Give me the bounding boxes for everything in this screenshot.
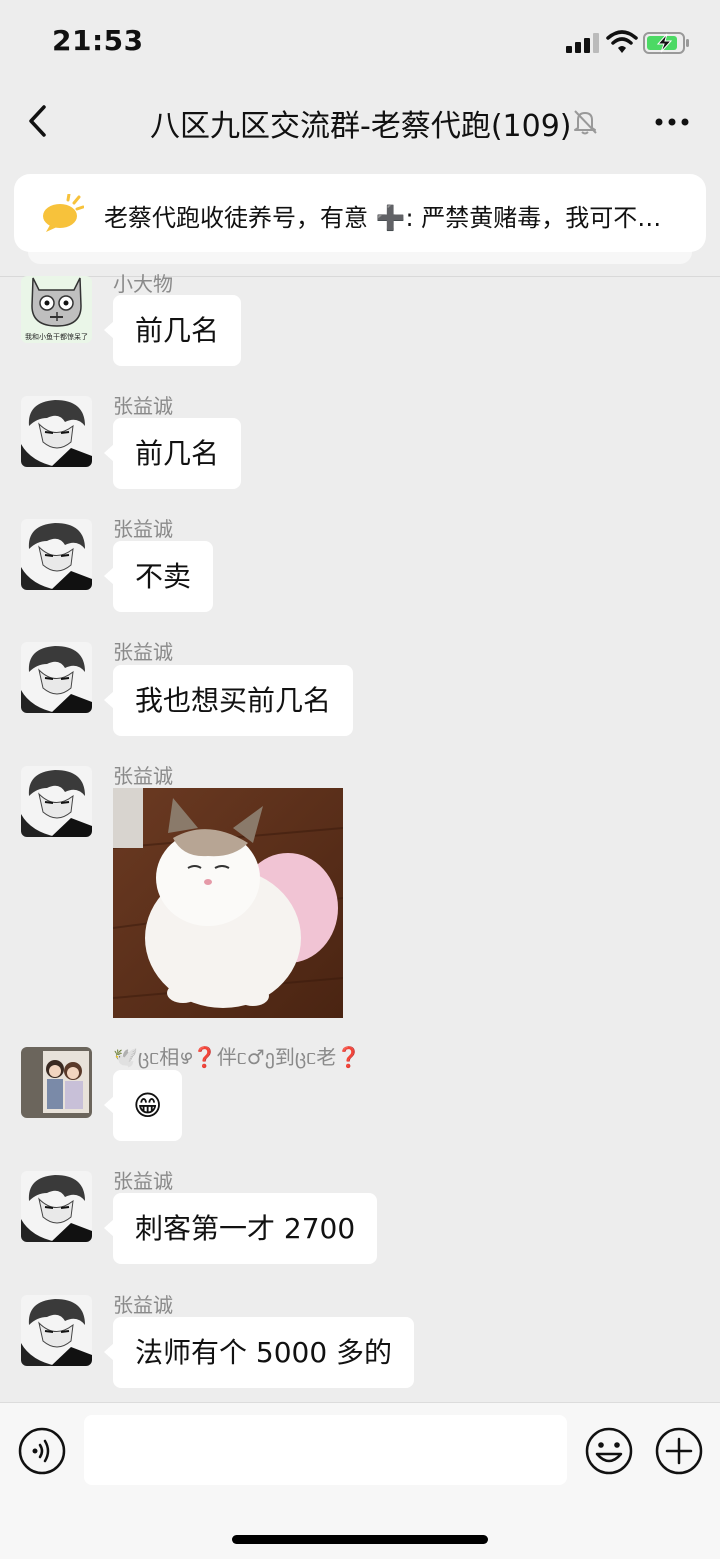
avatar-anime-boy[interactable] bbox=[21, 396, 92, 467]
anime-boy-avatar-icon bbox=[21, 766, 92, 837]
avatar-cat-sticker[interactable]: 我和小鱼干都惊呆了 bbox=[21, 276, 92, 343]
message-bubble[interactable]: 法师有个 5000 多的 bbox=[103, 1317, 415, 1388]
sender-name: 小大物 bbox=[113, 272, 173, 296]
anime-boy-avatar-icon bbox=[21, 642, 92, 713]
cellular-signal-icon bbox=[566, 33, 599, 53]
sender-name: 张益诚 bbox=[113, 1293, 173, 1317]
muted-bell-icon bbox=[574, 110, 597, 135]
message-bubble[interactable]: 我也想买前几名 bbox=[103, 665, 354, 736]
more-actions-plus-icon[interactable] bbox=[654, 1426, 704, 1476]
divider bbox=[0, 276, 720, 277]
more-options-icon[interactable] bbox=[654, 110, 690, 134]
message-bubble[interactable]: 前几名 bbox=[103, 295, 242, 366]
anime-boy-avatar-icon bbox=[21, 519, 92, 590]
home-indicator bbox=[232, 1535, 488, 1544]
status-time: 21:53 bbox=[52, 24, 144, 57]
avatar-couple-photo[interactable] bbox=[21, 1047, 92, 1118]
anime-boy-avatar-icon bbox=[21, 1295, 92, 1366]
avatar-anime-boy[interactable] bbox=[21, 1295, 92, 1366]
couple-photo-avatar-icon bbox=[21, 1047, 92, 1118]
emoji-icon[interactable] bbox=[584, 1426, 634, 1476]
avatar-anime-boy[interactable] bbox=[21, 519, 92, 590]
back-chevron-icon[interactable] bbox=[24, 103, 54, 139]
sender-name: 张益诚 bbox=[113, 1169, 173, 1193]
anime-boy-avatar-icon bbox=[21, 396, 92, 467]
sticker-caption: 我和小鱼干都惊呆了 bbox=[25, 333, 88, 341]
avatar-anime-boy[interactable] bbox=[21, 766, 92, 837]
message-bubble[interactable]: 😁 bbox=[103, 1070, 183, 1141]
anime-boy-avatar-icon bbox=[21, 1171, 92, 1242]
wifi-icon bbox=[606, 30, 638, 53]
sender-name: 张益诚 bbox=[113, 764, 173, 788]
chat-title: 八区九区交流群-老蔡代跑(109) bbox=[150, 109, 572, 144]
message-bubble[interactable]: 前几名 bbox=[103, 418, 242, 489]
fluffy-cat-photo[interactable] bbox=[113, 788, 343, 1018]
message-bubble[interactable]: 不卖 bbox=[103, 541, 214, 612]
message-bubble[interactable]: 刺客第一才 2700 bbox=[103, 1193, 378, 1264]
battery-charging-icon bbox=[643, 32, 689, 54]
avatar-anime-boy[interactable] bbox=[21, 642, 92, 713]
voice-input-icon[interactable] bbox=[18, 1427, 66, 1475]
sender-name: 张益诚 bbox=[113, 640, 173, 664]
sender-name: 张益诚 bbox=[113, 394, 173, 418]
announcement-bubble-icon bbox=[43, 194, 84, 232]
avatar-anime-boy[interactable] bbox=[21, 1171, 92, 1242]
message-input[interactable] bbox=[84, 1415, 567, 1485]
sender-name: 张益诚 bbox=[113, 517, 173, 541]
sender-name: 🕊️ცᥴ相ഴ❓伴ᥴ♂ე到ცᥴ老❓ bbox=[113, 1045, 362, 1069]
notice-text: 老蔡代跑收徒养号，有意 ➕: 严禁黄赌毒，我可不… bbox=[104, 204, 662, 232]
